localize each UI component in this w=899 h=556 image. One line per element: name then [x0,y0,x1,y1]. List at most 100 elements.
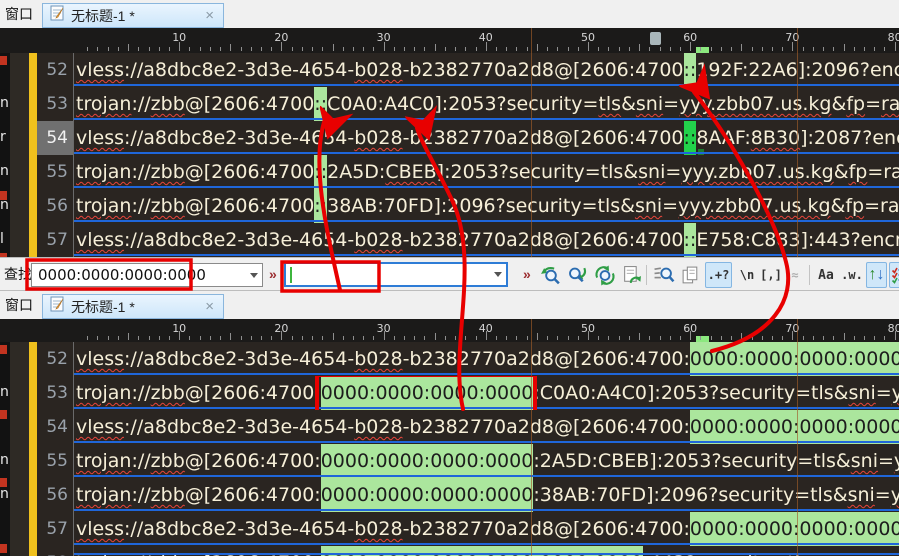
ruler-label: 80 [887,31,899,44]
find-input-combo[interactable] [31,263,263,287]
window-menu-label[interactable]: 窗口 [5,4,33,24]
editor-pane-bottom[interactable]: 52 vless://a8dbc8e2-3d3e-4654-b028-b23827… [0,342,899,556]
filter-button[interactable] [889,262,899,288]
ruler-tick [863,336,865,340]
ruler-tick [97,47,99,51]
modified-lines-bar [29,121,37,155]
window-menu-label[interactable]: 窗口 [5,295,33,315]
plain-text: :// [131,484,151,506]
character-class-toggle-button[interactable]: [,] [760,262,782,288]
line-number: 53 [37,87,74,121]
ruler-tick [751,336,753,340]
editor-line: 57 vless://a8dbc8e2-3d3e-4654-b028-b23827… [0,512,899,546]
ruler-tick [393,336,395,340]
clipped-pane-fragment: n [0,87,10,121]
tab-close-icon[interactable]: × [203,7,216,24]
line-number: 57 [37,223,74,257]
find-dropdown-icon[interactable] [245,264,262,286]
ruler-tick [710,47,712,51]
line-text[interactable]: trojan://zbb@[2606:4700:0000:0000:0000:0… [74,376,899,410]
line-number: 55 [37,155,74,189]
newline-toggle-button[interactable]: \n [736,262,758,288]
line-text[interactable]: trojan://zbb@[2606:4700::C0A0:A4C0]:2053… [74,87,899,121]
find-input[interactable] [32,266,245,284]
ruler-tick [771,47,773,51]
ruler-tick [117,47,119,51]
copy-results-button[interactable] [678,262,703,288]
line-text[interactable]: trojan://zbb@[2606:4700:0000:0000:0000:0… [74,478,899,512]
ruler-tick [679,47,681,51]
ruler-tick [332,333,334,340]
plain-text: @[2606:4700: [184,382,321,404]
misspelled-text: yyy.zbb07.us.kg [679,93,832,115]
plain-text: =rand [867,161,899,183]
change-margin [10,53,29,87]
replace-input[interactable] [292,265,489,284]
replace-in-document-button[interactable] [619,262,644,288]
replace-input-combo[interactable] [284,262,508,287]
search-direction-toggle-button[interactable]: ↑ ↓ [866,262,887,288]
modified-lines-bar [29,189,37,223]
find-next-button[interactable] [565,262,590,288]
document-tab-bottom[interactable]: 无标题-1 * × [42,294,224,319]
find-all-button[interactable] [592,262,617,288]
line-text[interactable]: vless://a8dbc8e2-3d3e-4654-b028-b2382770… [74,53,899,87]
editor-line: n 56 trojan://zbb@[2606:4700:0000:0000:000… [0,478,899,512]
match-highlight: :: [683,223,697,257]
ruler-tick [168,336,170,340]
ruler-tick [761,47,763,51]
ruler-tick [230,333,232,340]
overflow-chevron-icon[interactable]: » [269,258,277,291]
ruler-tick [782,47,784,51]
misspelled-text: sni [638,161,666,183]
ruler-thumb[interactable] [650,32,661,45]
fuzzy-match-toggle-button[interactable]: ≈ [784,262,806,288]
ruler-tick [107,47,109,51]
plain-text: = [875,382,892,404]
ruler-tick [577,47,579,51]
plain-text: @[2606:4700: [184,450,321,472]
modified-lines-bar [29,478,37,512]
plain-text: = [663,93,680,115]
clipped-pane-fragment: n [0,444,10,478]
line-text[interactable]: trojan://zbb@[2606:4700:0000:0000:0000:0… [74,546,899,556]
line-text[interactable]: vless://a8dbc8e2-3d3e-4654-b028-b2382770… [74,121,899,155]
overflow-chevron-icon[interactable]: » [523,258,531,291]
find-previous-button[interactable] [538,262,563,288]
plain-text: :// [131,93,151,115]
line-text[interactable]: vless://a8dbc8e2-3d3e-4654-b028-b2382770… [74,512,899,546]
line-text[interactable]: vless://a8dbc8e2-3d3e-4654-b028-b2382770… [74,410,899,444]
misspelled-text: b028 [354,416,403,438]
ruler-tick [414,47,416,51]
whole-word-toggle-button[interactable]: .w. [840,262,864,288]
ruler-tick [312,47,314,51]
ruler-tick [465,336,467,340]
ruler-tick [557,47,559,51]
match-highlight: 0000:0000:0000:0000 [320,478,534,512]
tab-close-icon[interactable]: × [203,298,216,315]
plain-text: :// [131,195,151,217]
bookmark-mark [0,410,7,419]
line-text[interactable]: trojan://zbb@[2606:4700::2A5D:CBEB]:2053… [74,155,899,189]
editor-line: n 53 trojan://zbb@[2606:4700::C0A0:A4C0]:2… [0,87,899,121]
regex-toggle-button[interactable]: .+? [705,262,732,288]
replace-dropdown-icon[interactable] [489,264,506,285]
plain-text: = [874,484,891,506]
line-text[interactable]: vless://a8dbc8e2-3d3e-4654-b028-b2382770… [74,223,899,257]
ruler-tick [220,47,222,51]
match-case-toggle-button[interactable]: Aa [814,262,838,288]
editor-pane-top[interactable]: 52 vless://a8dbc8e2-3d3e-4654-b028-b23827… [0,53,899,257]
document-tab-top[interactable]: 无标题-1 * × [42,3,224,28]
misspelled-text: fp [846,93,866,115]
misspelled-text: trojan [76,484,132,506]
match-highlight: :: [314,155,328,189]
line-text[interactable]: vless://a8dbc8e2-3d3e-4654-b028-b2382770… [74,342,899,376]
line-text[interactable]: trojan://zbb@[2606:4700:0000:0000:0000:0… [74,444,899,478]
incremental-search-button[interactable] [651,262,676,288]
line-text[interactable]: trojan://zbb@[2606:4700::38AB:70FD]:2096… [74,189,899,223]
plain-text: ://a8dbc8e2-3d3e-4654- [124,127,355,149]
plain-text: 192F:22A6]:2096?encryp [696,59,899,81]
ruler-tick [874,47,876,51]
bookmark-mark [0,191,7,200]
find-toolbar: 查找 » » .+? \n [ [0,257,899,291]
